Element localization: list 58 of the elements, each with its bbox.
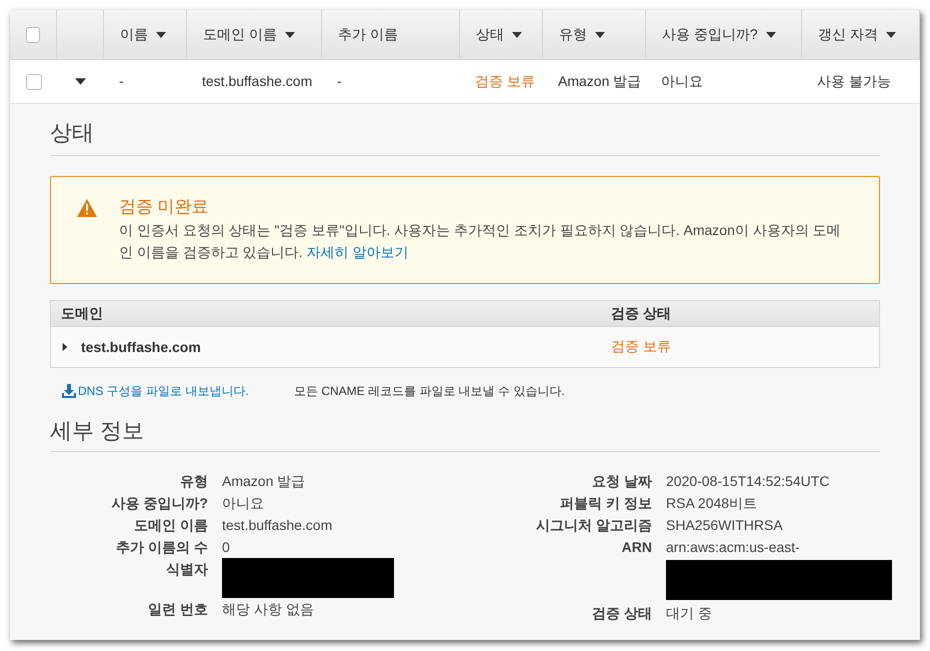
field-value: 2020-08-15T14:52:54UTC [666,473,830,489]
section-title: 세부 정보 [50,418,144,443]
validation-status: 검증 보류 [611,338,671,354]
export-link[interactable]: DNS 구성을 파일로 내보냅니다. [62,382,294,400]
field-value: 아니요 [222,495,264,511]
download-icon [62,384,76,398]
alert-message: 이 인증서 요청의 상태는 "검증 보류"입니다. 사용자는 추가적인 조치가 필요하지 않습니다. Amazon이 사용자의 도메인 이름을 검증하고 있습니다. 자세히 알아보기 [119,221,842,262]
field-value: 0 [222,539,230,555]
column-header[interactable]: 유형 [559,24,587,45]
select-all-checkbox[interactable] [26,26,40,42]
column-header: 도메인 [61,305,103,321]
field-label: 추가 이름의 수 [116,540,208,555]
field-label: 검증 상태 [592,606,652,621]
column-header[interactable]: 이름 [120,24,148,45]
table-cell: 아니요 [661,72,703,88]
section-title: 상태 [50,120,94,145]
caret-icon [886,30,896,40]
column-header: 검증 상태 [611,305,671,321]
field-label: ARN [622,540,652,555]
table-cell: 검증 보류 [475,72,535,88]
domain-name: test.buffashe.com [81,338,201,356]
column-header[interactable]: 도메인 이름 [203,24,277,45]
field-label: 일련 번호 [148,602,208,617]
field-value: test.buffashe.com [222,517,332,533]
caret-icon [595,30,605,40]
column-header[interactable]: 상태 [476,24,504,45]
table-cell: Amazon 발급 [558,72,642,88]
field-label: 요청 날짜 [592,474,652,489]
field-label: 사용 중입니까? [112,496,208,511]
table-cell: 사용 불가능 [817,72,891,88]
learn-more-link[interactable]: 자세히 알아보기 [306,244,408,260]
expand-toggle-icon[interactable] [75,76,86,87]
table-cell: - [337,72,342,88]
column-header: 추가 이름 [338,25,398,44]
checkbox[interactable] [26,74,42,90]
caret-icon [284,30,295,40]
caret-icon [156,30,166,40]
column-header[interactable]: 사용 중입니까? [662,24,758,45]
field-value: 해당 사항 없음 [222,601,314,617]
field-value: RSA 2048비트 [666,495,758,511]
field-label: 퍼블릭 키 정보 [560,496,652,511]
table-cell: test.buffashe.com [202,72,312,88]
field-value: arn:aws:acm:us-east- [666,539,800,555]
export-note: 모든 CNAME 레코드를 파일로 내보낼 수 있습니다. [294,383,565,400]
field-label: 시그니처 알고리즘 [536,518,652,533]
table-cell: - [119,72,124,88]
field-label: 유형 [180,474,208,489]
warning-icon [77,199,97,217]
field-value: Amazon 발급 [222,473,306,489]
caret-icon [512,30,522,40]
field-value: 대기 중 [666,605,712,621]
column-header[interactable]: 갱신 자격 [818,24,878,45]
field-label: 도메인 이름 [134,518,208,533]
field-value: SHA256WITHRSA [666,517,783,533]
caret-icon [766,30,776,40]
alert-title: 검증 미완료 [119,196,210,218]
expand-toggle-icon[interactable] [61,343,69,351]
field-label: 식별자 [166,562,208,577]
